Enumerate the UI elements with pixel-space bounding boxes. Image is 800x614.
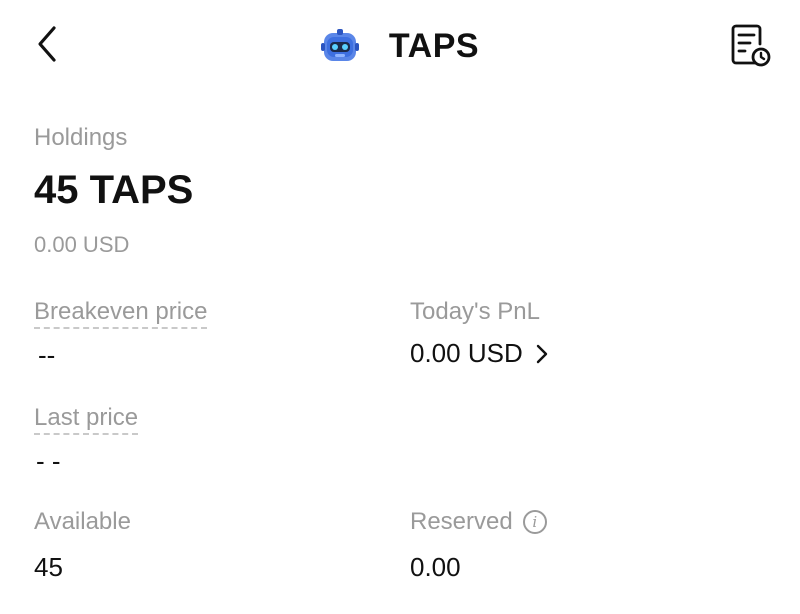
available-value: 45 [34, 552, 63, 582]
last-price-label[interactable]: Last price [34, 404, 139, 435]
order-history-button[interactable] [726, 22, 774, 70]
page-title: TAPS [388, 26, 480, 65]
robot-token-logo [320, 29, 359, 61]
info-icon[interactable]: i [522, 510, 547, 534]
header: TAPS [0, 0, 800, 92]
last-price-label-text: Last price [34, 404, 139, 435]
chevron-right-icon [536, 344, 547, 363]
reserved-value: 0.00 [410, 552, 461, 582]
available-label: Available [34, 508, 131, 535]
document-clock-icon [731, 24, 771, 67]
last-price-value: - - [36, 446, 61, 476]
breakeven-price-label[interactable]: Breakeven price [34, 298, 208, 329]
todays-pnl-value: 0.00 USD [410, 338, 523, 368]
holdings-usd-value: 0.00 USD [34, 232, 130, 257]
holdings-label: Holdings [34, 124, 128, 151]
title-group: TAPS [0, 0, 800, 92]
breakeven-price-label-text: Breakeven price [34, 298, 208, 329]
reserved-label-group: Reserved i [410, 508, 547, 536]
breakeven-price-value: -- [38, 340, 56, 370]
todays-pnl-label: Today's PnL [410, 298, 540, 325]
holdings-amount: 45 TAPS [34, 168, 194, 212]
todays-pnl-link[interactable]: 0.00 USD [410, 338, 549, 369]
reserved-label: Reserved [410, 508, 513, 535]
